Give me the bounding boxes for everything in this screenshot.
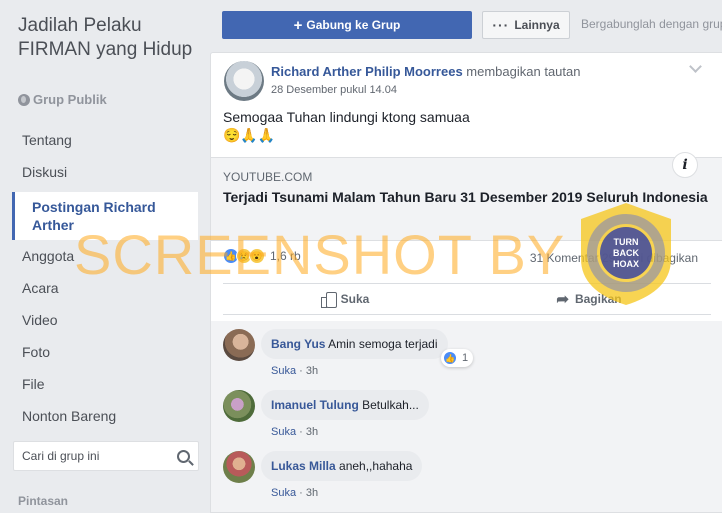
nav-item-files[interactable]: File — [0, 368, 205, 400]
commenter-avatar[interactable] — [223, 451, 255, 483]
comment-time[interactable]: 3h — [306, 426, 318, 438]
post-author-name[interactable]: Richard Arther Philip Moorrees — [271, 64, 463, 79]
comment-bubble: Lukas Milla aneh,,hahaha — [261, 451, 423, 481]
comment-bubble: Imanuel Tulung Betulkah... — [261, 390, 429, 420]
link-domain: YOUTUBE.COM — [223, 170, 313, 184]
group-search-box — [13, 441, 199, 471]
post-options-chevron-icon[interactable] — [689, 60, 702, 73]
group-nav: Tentang Diskusi Postingan Richard Arther… — [0, 124, 205, 432]
post-message: Semogaa Tuhan lindungi ktong samuaa — [223, 109, 470, 125]
comment-meta: Suka · 3h — [271, 426, 319, 438]
author-avatar[interactable] — [224, 61, 264, 101]
commenter-avatar[interactable] — [223, 390, 255, 422]
more-dots-icon: ··· — [492, 17, 510, 33]
comment-author[interactable]: Lukas Milla — [271, 459, 336, 473]
like-reaction-icon: 👍 — [443, 351, 457, 365]
shortcuts-heading: Pintasan — [18, 494, 69, 508]
nav-item-author-posts[interactable]: Postingan Richard Arther — [12, 192, 198, 240]
nav-item-about[interactable]: Tentang — [0, 124, 205, 156]
left-sidebar: Jadilah Pelaku FIRMAN yang Hidup Grup Pu… — [0, 0, 210, 513]
nav-item-watch-party[interactable]: Nonton Bareng — [0, 400, 205, 432]
share-arrow-icon: ➦ — [556, 291, 569, 308]
comment-author[interactable]: Imanuel Tulung — [271, 398, 359, 412]
nav-item-videos[interactable]: Video — [0, 304, 205, 336]
comment-like-link[interactable]: Suka — [271, 487, 296, 499]
join-group-label: Gabung ke Grup — [306, 18, 401, 32]
post-stats: 31 Komentar 294 kali dibagikan — [530, 251, 698, 265]
comment-meta: Suka · 3h — [271, 487, 319, 499]
link-title[interactable]: Terjadi Tsunami Malam Tahun Baru 31 Dese… — [223, 187, 713, 207]
group-privacy: Grup Publik — [18, 92, 107, 107]
group-title[interactable]: Jadilah Pelaku FIRMAN yang Hidup — [18, 14, 193, 62]
search-icon[interactable] — [177, 449, 190, 463]
join-group-button[interactable]: + Gabung ke Grup — [222, 11, 472, 39]
share-button[interactable]: ➦ Bagikan — [467, 284, 711, 314]
nav-item-members[interactable]: Anggota — [0, 240, 205, 272]
post-action-bar: Suka ➦ Bagikan — [223, 283, 711, 315]
share-button-label: Bagikan — [574, 292, 622, 306]
comment-reactions[interactable]: 👍 1 — [441, 349, 474, 367]
reaction-summary[interactable]: 👍 😢 😮 1,6 rb — [223, 248, 301, 264]
comment-time[interactable]: 3h — [306, 365, 318, 377]
like-button-label: Suka — [340, 292, 370, 306]
comments-count[interactable]: 31 Komentar — [530, 251, 599, 265]
group-privacy-label: Grup Publik — [33, 92, 107, 107]
comment-like-link[interactable]: Suka — [271, 426, 296, 438]
post-header: Richard Arther Philip Moorrees membagika… — [271, 64, 580, 79]
thumbs-up-icon — [320, 292, 337, 308]
comment-author[interactable]: Bang Yus — [271, 337, 325, 351]
comment-bubble: Bang Yus Amin semoga terjadi — [261, 329, 448, 359]
nav-item-events[interactable]: Acara — [0, 272, 205, 304]
comment-like-link[interactable]: Suka — [271, 365, 296, 377]
plus-icon: + — [293, 16, 303, 34]
wow-reaction-icon: 😮 — [249, 248, 265, 264]
like-button[interactable]: Suka — [223, 284, 467, 314]
post-emojis: 😌🙏🙏 — [223, 127, 276, 143]
commenter-avatar[interactable] — [223, 329, 255, 361]
comment-text: Betulkah... — [362, 398, 419, 412]
more-label: Lainnya — [514, 18, 560, 32]
link-preview[interactable]: YOUTUBE.COM Terjadi Tsunami Malam Tahun … — [211, 152, 722, 241]
comment-text: Amin semoga terjadi — [328, 337, 438, 351]
info-icon[interactable]: i — [672, 152, 698, 178]
post-timestamp[interactable]: 28 Desember pukul 14.04 — [271, 84, 397, 96]
globe-icon — [18, 93, 30, 106]
shares-count[interactable]: 294 kali dibagikan — [602, 251, 698, 265]
comment-time[interactable]: 3h — [306, 487, 318, 499]
comment-text: aneh,,hahaha — [339, 459, 413, 473]
comments-section: Bang Yus Amin semoga terjadi 👍 1 Suka · … — [211, 321, 722, 512]
post-action-text: membagikan tautan — [466, 64, 581, 79]
nav-item-photos[interactable]: Foto — [0, 336, 205, 368]
join-hint-text: Bergabunglah dengan grup — [581, 17, 722, 31]
more-button[interactable]: ··· Lainnya — [482, 11, 570, 39]
comment-meta: Suka · 3h — [271, 365, 319, 377]
reaction-count: 1,6 rb — [270, 249, 301, 263]
nav-item-discussion[interactable]: Diskusi — [0, 156, 205, 188]
comment-reaction-count: 1 — [462, 352, 469, 364]
group-search-input[interactable] — [22, 449, 177, 463]
post-card: Richard Arther Philip Moorrees membagika… — [210, 52, 722, 513]
